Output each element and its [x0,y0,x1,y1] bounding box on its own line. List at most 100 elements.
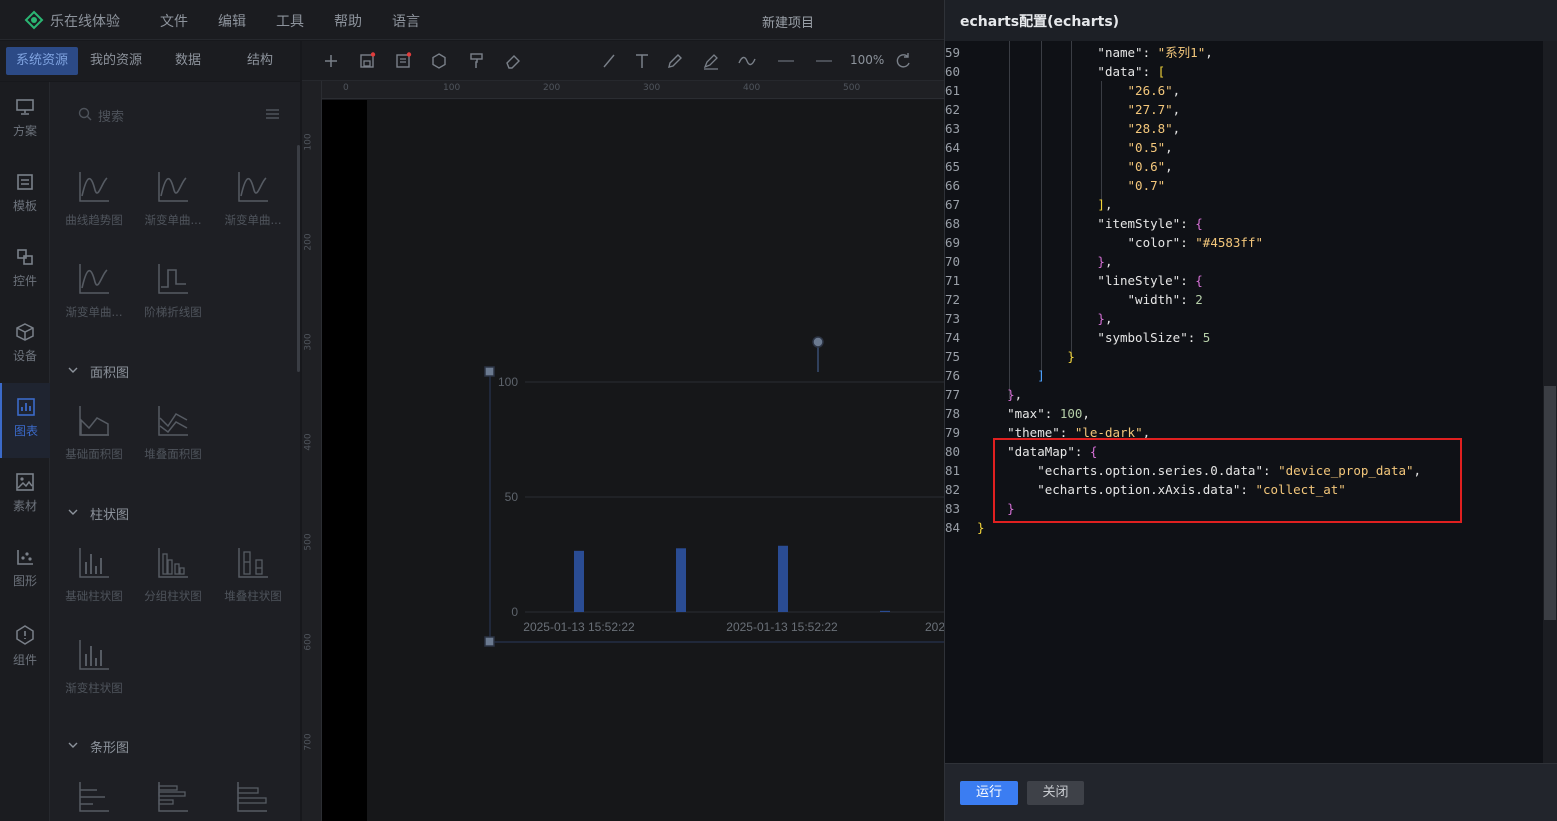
code-line[interactable]: 63 "28.8", [945,119,1180,138]
bar[interactable] [880,610,890,612]
chevron-down-icon[interactable] [68,365,78,375]
code-line[interactable]: 66 "0.7" [945,176,1165,195]
code-line[interactable]: 62 "27.7", [945,100,1180,119]
chevron-down-icon[interactable] [68,507,78,517]
solid-line-icon[interactable] [815,52,833,70]
cube-tool-icon[interactable] [430,52,448,70]
code-line[interactable]: 77 }, [945,385,1022,404]
code-line[interactable]: 61 "26.6", [945,81,1180,100]
line-tool-icon[interactable] [600,52,618,70]
resize-handle-bottom-left[interactable] [484,636,495,647]
code-token: , [1082,406,1090,421]
menu-help[interactable]: 帮助 [334,11,362,31]
eraser-icon[interactable] [504,52,522,70]
tab-structure[interactable]: 结构 [232,47,288,75]
pencil-icon[interactable] [666,52,684,70]
section-area[interactable]: 面积图 [90,362,129,381]
menu-edit[interactable]: 编辑 [218,11,246,31]
comp-gradient-bar[interactable]: 渐变柱状图 [54,638,134,696]
comp-grouped-bar[interactable]: 分组柱状图 [133,546,213,604]
text-tool-icon[interactable] [633,52,651,70]
resize-handle-top-left[interactable] [484,366,495,377]
canvas-chart[interactable]: 100 50 0 2025-01-13 15:52:22 2025-01-13 15:5… [480,330,944,660]
bar[interactable] [574,550,584,612]
comp-step-line[interactable]: 阶梯折线图 [133,262,213,320]
comp-gradient-line-1[interactable]: 渐变单曲... [133,170,213,228]
ruler-tick: 0 [343,83,349,93]
rail-item-template[interactable]: 模板 [0,173,50,214]
rail-item-device[interactable]: 设备 [0,323,50,364]
tab-system-resources[interactable]: 系统资源 [6,47,78,75]
comp-gradient-line-2[interactable]: 渐变单曲... [213,170,293,228]
hbar-stacked-icon[interactable] [235,780,269,814]
chevron-down-icon[interactable] [68,740,78,750]
line-number: 82 [945,482,961,497]
run-button[interactable]: 运行 [960,781,1018,805]
section-hbar[interactable]: 条形图 [90,737,129,756]
library-scrollbar[interactable] [297,145,300,372]
add-icon[interactable] [322,52,340,70]
list-menu-icon[interactable] [265,108,280,120]
dash-line-icon[interactable] [777,52,795,70]
comp-stacked-bar[interactable]: 堆叠柱状图 [213,546,293,604]
code-line[interactable]: 65 "0.6", [945,157,1173,176]
editor-scroll-thumb[interactable] [1544,386,1556,620]
comp-stacked-area[interactable]: 堆叠面积图 [133,404,213,462]
section-bar[interactable]: 柱状图 [90,504,129,523]
code-token: "0.5" [1127,140,1166,155]
code-line[interactable]: 71 "lineStyle": { [945,271,1203,290]
code-line[interactable]: 78 "max": 100, [945,404,1090,423]
tab-data[interactable]: 数据 [160,47,216,75]
code-line[interactable]: 67 ], [945,195,1112,214]
rotate-handle[interactable] [812,336,824,348]
rail-item-material[interactable]: 素材 [0,473,50,514]
pen-icon[interactable] [702,52,720,70]
rail-item-widget[interactable]: 控件 [0,248,50,289]
code-line[interactable]: 60 "data": [ [945,62,1165,81]
close-button[interactable]: 关闭 [1027,781,1084,805]
save-icon[interactable] [358,52,376,70]
comp-gradient-line-3[interactable]: 渐变单曲... [54,262,134,320]
format-brush-icon[interactable] [468,52,486,70]
code-line[interactable]: 72 "width": 2 [945,290,1203,309]
code-line[interactable]: 68 "itemStyle": { [945,214,1203,233]
code-line[interactable]: 59 "name": "系列1", [945,43,1213,62]
app-brand[interactable]: 乐在线体验 [50,11,120,31]
bar[interactable] [778,545,788,612]
code-token: : [1180,292,1196,307]
hbar-chart-icon[interactable] [77,780,111,814]
code-line[interactable]: 70 }, [945,252,1112,271]
zoom-level[interactable]: 100% [850,53,884,67]
hbar-grouped-icon[interactable] [156,780,190,814]
save-as-icon[interactable] [394,52,412,70]
rail-item-shapes[interactable]: 图形 [0,548,50,589]
code-line[interactable]: 73 }, [945,309,1112,328]
rail-item-scheme[interactable]: 方案 [0,98,50,139]
menu-file[interactable]: 文件 [160,11,188,31]
rail-label-widget: 控件 [12,274,37,288]
code-token: : [1142,64,1158,79]
code-editor[interactable]: 59 "name": "系列1", 60 "data": [61 "26.6", 6… [945,41,1543,763]
code-token: , [1172,102,1181,117]
comp-basic-bar[interactable]: 基础柱状图 [54,546,134,604]
code-token: : [1142,45,1158,60]
search-input[interactable]: 搜索 [98,106,124,125]
rail-item-component[interactable]: 组件 [0,625,50,668]
curve-tool-icon[interactable] [738,52,756,70]
code-line[interactable]: 74 "symbolSize": 5 [945,328,1210,347]
code-line[interactable]: 75 } [945,347,1075,366]
bar[interactable] [676,548,686,612]
menu-language[interactable]: 语言 [392,11,420,31]
refresh-icon[interactable] [894,52,912,70]
comp-basic-area[interactable]: 基础面积图 [54,404,134,462]
tab-my-resources[interactable]: 我的资源 [80,47,152,75]
code-line[interactable]: 84} [945,518,985,537]
rail-item-chart[interactable]: 图表 [0,383,50,458]
menu-tools[interactable]: 工具 [276,11,304,31]
comp-curve-trend[interactable]: 曲线趋势图 [54,170,134,228]
code-line[interactable]: 76 ] [945,366,1045,385]
code-line[interactable]: 64 "0.5", [945,138,1173,157]
code-line[interactable]: 69 "color": "#4583ff" [945,233,1263,252]
line-number: 75 [945,349,961,364]
ruler-tick: 600 [303,633,314,651]
